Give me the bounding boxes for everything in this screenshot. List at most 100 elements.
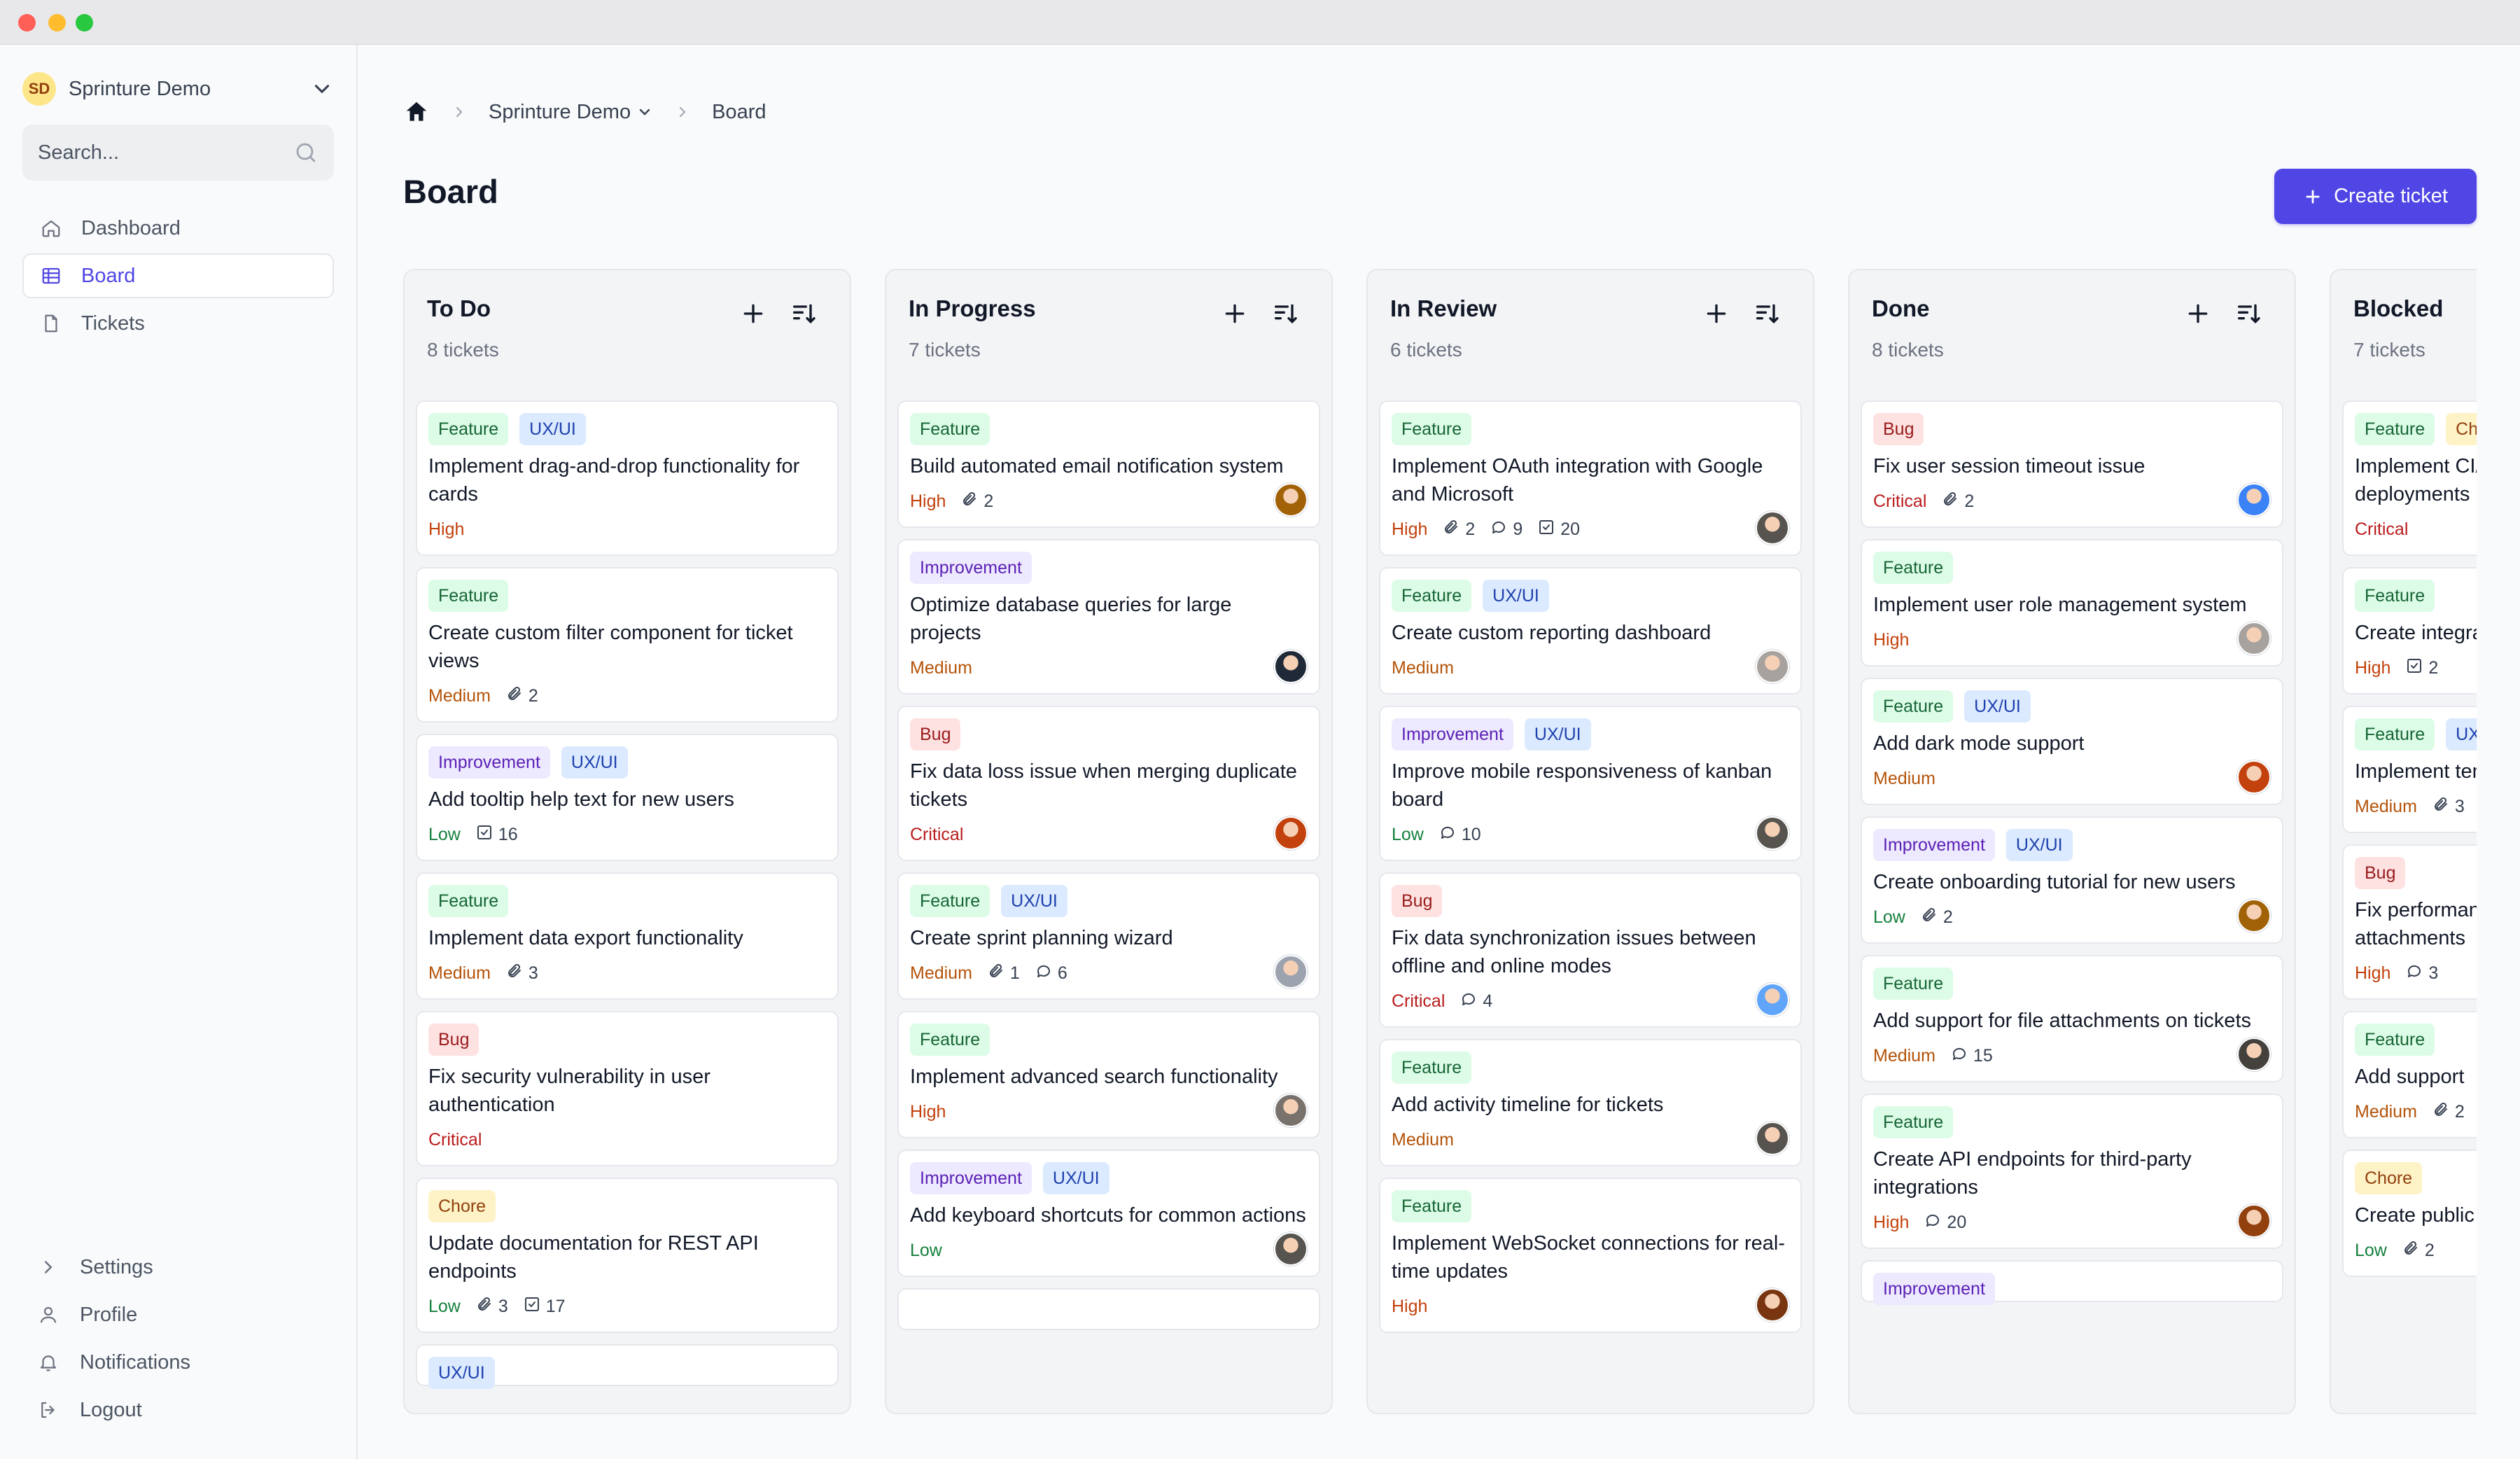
ticket-title: Implement advanced search functionality (910, 1066, 1278, 1088)
assignee-avatar[interactable] (1274, 650, 1308, 683)
search-input[interactable] (38, 141, 290, 165)
ticket-card[interactable]: Feature Chore Implement CI/CD pipeline for… (2342, 400, 2477, 556)
tag-feature: Feature (1392, 1190, 1472, 1222)
add-ticket-icon[interactable] (2184, 300, 2212, 328)
breadcrumb-project[interactable]: Sprinture Demo (489, 101, 631, 124)
assignee-avatar[interactable] (1756, 511, 1789, 545)
ticket-card[interactable]: Feature Create custom filter component fo… (416, 567, 839, 722)
assignee-avatar[interactable] (1756, 983, 1789, 1017)
comments-value: 4 (1483, 991, 1493, 1011)
ticket-card[interactable]: Bug Fix data loss issue when merging dupl… (897, 706, 1320, 861)
ticket-card[interactable]: Bug Fix user session timeout issue Critica… (1861, 400, 2283, 528)
ticket-card[interactable]: Chore Create public Low 2 (2342, 1150, 2477, 1277)
sidebar-item-board[interactable]: Board (22, 253, 334, 298)
ticket-card[interactable]: Bug Fix performance issues with large att… (2342, 844, 2477, 1000)
ticket-title: Improve mobile responsiveness of kanban … (1392, 760, 1772, 811)
sort-icon[interactable] (790, 300, 818, 328)
ticket-card[interactable]: Chore Update documentation for REST API e… (416, 1178, 839, 1333)
assignee-avatar[interactable] (2237, 483, 2271, 517)
sidebar-item-settings[interactable]: Settings (22, 1243, 334, 1291)
assignee-avatar[interactable] (1274, 483, 1308, 517)
attachments-count: 2 (1443, 519, 1475, 540)
assignee-avatar[interactable] (1274, 1232, 1308, 1266)
home-icon[interactable] (403, 99, 430, 125)
ticket-card[interactable]: Feature UX/UI Implement template system Med… (2342, 706, 2477, 833)
add-ticket-icon[interactable] (1221, 300, 1249, 328)
workspace-switcher[interactable]: SD Sprinture Demo (22, 69, 334, 109)
tag-bug: Bug (910, 718, 961, 751)
create-ticket-button[interactable]: Create ticket (2274, 169, 2477, 224)
ticket-meta: High 2 (2355, 654, 2477, 682)
ticket-card[interactable]: Improvement UX/UI Add tooltip help text fo… (416, 734, 839, 861)
sidebar-item-logout[interactable]: Logout (22, 1386, 334, 1434)
sort-icon[interactable] (1271, 300, 1299, 328)
board-icon (42, 267, 60, 284)
close-window-button[interactable] (18, 14, 36, 32)
ticket-card[interactable]: Feature Implement advanced search functio… (897, 1011, 1320, 1138)
sort-icon[interactable] (2234, 300, 2262, 328)
ticket-card[interactable] (897, 1288, 1320, 1330)
sidebar-item-dashboard[interactable]: Dashboard (22, 206, 334, 251)
ticket-card[interactable]: Bug Fix data synchronization issues betwe… (1379, 872, 1802, 1028)
column-header: Blocked 7 tickets (2331, 270, 2477, 400)
sidebar-item-label: Tickets (81, 312, 145, 335)
ticket-card[interactable]: Feature Implement user role management sy… (1861, 539, 2283, 666)
ticket-title: Implement template system (2355, 760, 2477, 783)
assignee-avatar[interactable] (1274, 816, 1308, 850)
priority-label: Medium (2355, 1101, 2417, 1122)
assignee-avatar[interactable] (1274, 955, 1308, 989)
column-header: Done 8 tickets (1849, 270, 2295, 400)
assignee-avatar[interactable] (2237, 1038, 2271, 1071)
ticket-card[interactable]: Improvement Optimize database queries for… (897, 539, 1320, 694)
ticket-card[interactable]: Feature Implement OAuth integration with … (1379, 400, 1802, 556)
ticket-card[interactable]: Improvement UX/UI Improve mobile responsiv… (1379, 706, 1802, 861)
ticket-card[interactable]: Feature Create integration with external … (2342, 567, 2477, 694)
tag-feature: Feature (1392, 1052, 1472, 1084)
ticket-meta: Critical 4 (1392, 987, 1789, 1015)
minimize-window-button[interactable] (48, 14, 66, 32)
maximize-window-button[interactable] (76, 14, 93, 32)
ticket-card[interactable]: Improvement UX/UI Create onboarding tutori… (1861, 816, 2283, 944)
comments-value: 3 (2428, 963, 2439, 983)
ticket-card[interactable]: Feature Add support for file attachments … (1861, 955, 2283, 1082)
priority-label: Critical (1873, 491, 1927, 511)
add-ticket-icon[interactable] (739, 300, 767, 328)
ticket-card[interactable]: Feature Implement data export functionali… (416, 872, 839, 1000)
assignee-avatar[interactable] (2237, 899, 2271, 933)
assignee-avatar[interactable] (1756, 816, 1789, 850)
ticket-card[interactable]: Feature Implement WebSocket connections f… (1379, 1178, 1802, 1333)
add-ticket-icon[interactable] (1702, 300, 1730, 328)
user-icon (40, 1306, 57, 1323)
tag-list: Feature UX/UI (1873, 690, 2271, 722)
tag-list: Feature (2355, 1024, 2477, 1056)
ticket-card[interactable]: Bug Fix security vulnerability in user au… (416, 1011, 839, 1166)
assignee-avatar[interactable] (2237, 622, 2271, 655)
ticket-card[interactable]: Feature UX/UI Add dark mode support Medium (1861, 678, 2283, 805)
ticket-card[interactable]: Feature Build automated email notificatio… (897, 400, 1320, 528)
attachments-value: 2 (1465, 519, 1476, 539)
ticket-card[interactable]: Improvement (1861, 1260, 2283, 1305)
assignee-avatar[interactable] (1756, 1122, 1789, 1155)
search-icon[interactable] (293, 140, 318, 165)
ticket-card[interactable]: Feature Create API endpoints for third-pa… (1861, 1094, 2283, 1249)
assignee-avatar[interactable] (2237, 760, 2271, 794)
chevron-down-icon[interactable] (636, 104, 653, 120)
assignee-avatar[interactable] (1756, 1288, 1789, 1322)
assignee-avatar[interactable] (2237, 1204, 2271, 1238)
ticket-card[interactable]: Feature UX/UI Create sprint planning wizar… (897, 872, 1320, 1000)
ticket-meta: Medium 2 (2355, 1098, 2477, 1126)
ticket-meta: High (910, 1098, 1308, 1126)
ticket-card[interactable]: Feature UX/UI Implement drag-and-drop func… (416, 400, 839, 556)
ticket-card[interactable]: UX/UI (416, 1344, 839, 1389)
ticket-card[interactable]: Improvement UX/UI Add keyboard shortcuts f… (897, 1150, 1320, 1277)
ticket-card[interactable]: Feature UX/UI Create custom reporting dash… (1379, 567, 1802, 694)
assignee-avatar[interactable] (1756, 650, 1789, 683)
ticket-card[interactable]: Feature Add support Medium 2 (2342, 1011, 2477, 1138)
sidebar-item-notifications[interactable]: Notifications (22, 1339, 334, 1386)
sidebar-item-profile[interactable]: Profile (22, 1291, 334, 1339)
sort-icon[interactable] (1753, 300, 1781, 328)
sidebar-item-tickets[interactable]: Tickets (22, 301, 334, 346)
ticket-meta: Medium 1 6 (910, 959, 1308, 987)
ticket-card[interactable]: Feature Add activity timeline for tickets… (1379, 1039, 1802, 1166)
assignee-avatar[interactable] (1274, 1094, 1308, 1127)
